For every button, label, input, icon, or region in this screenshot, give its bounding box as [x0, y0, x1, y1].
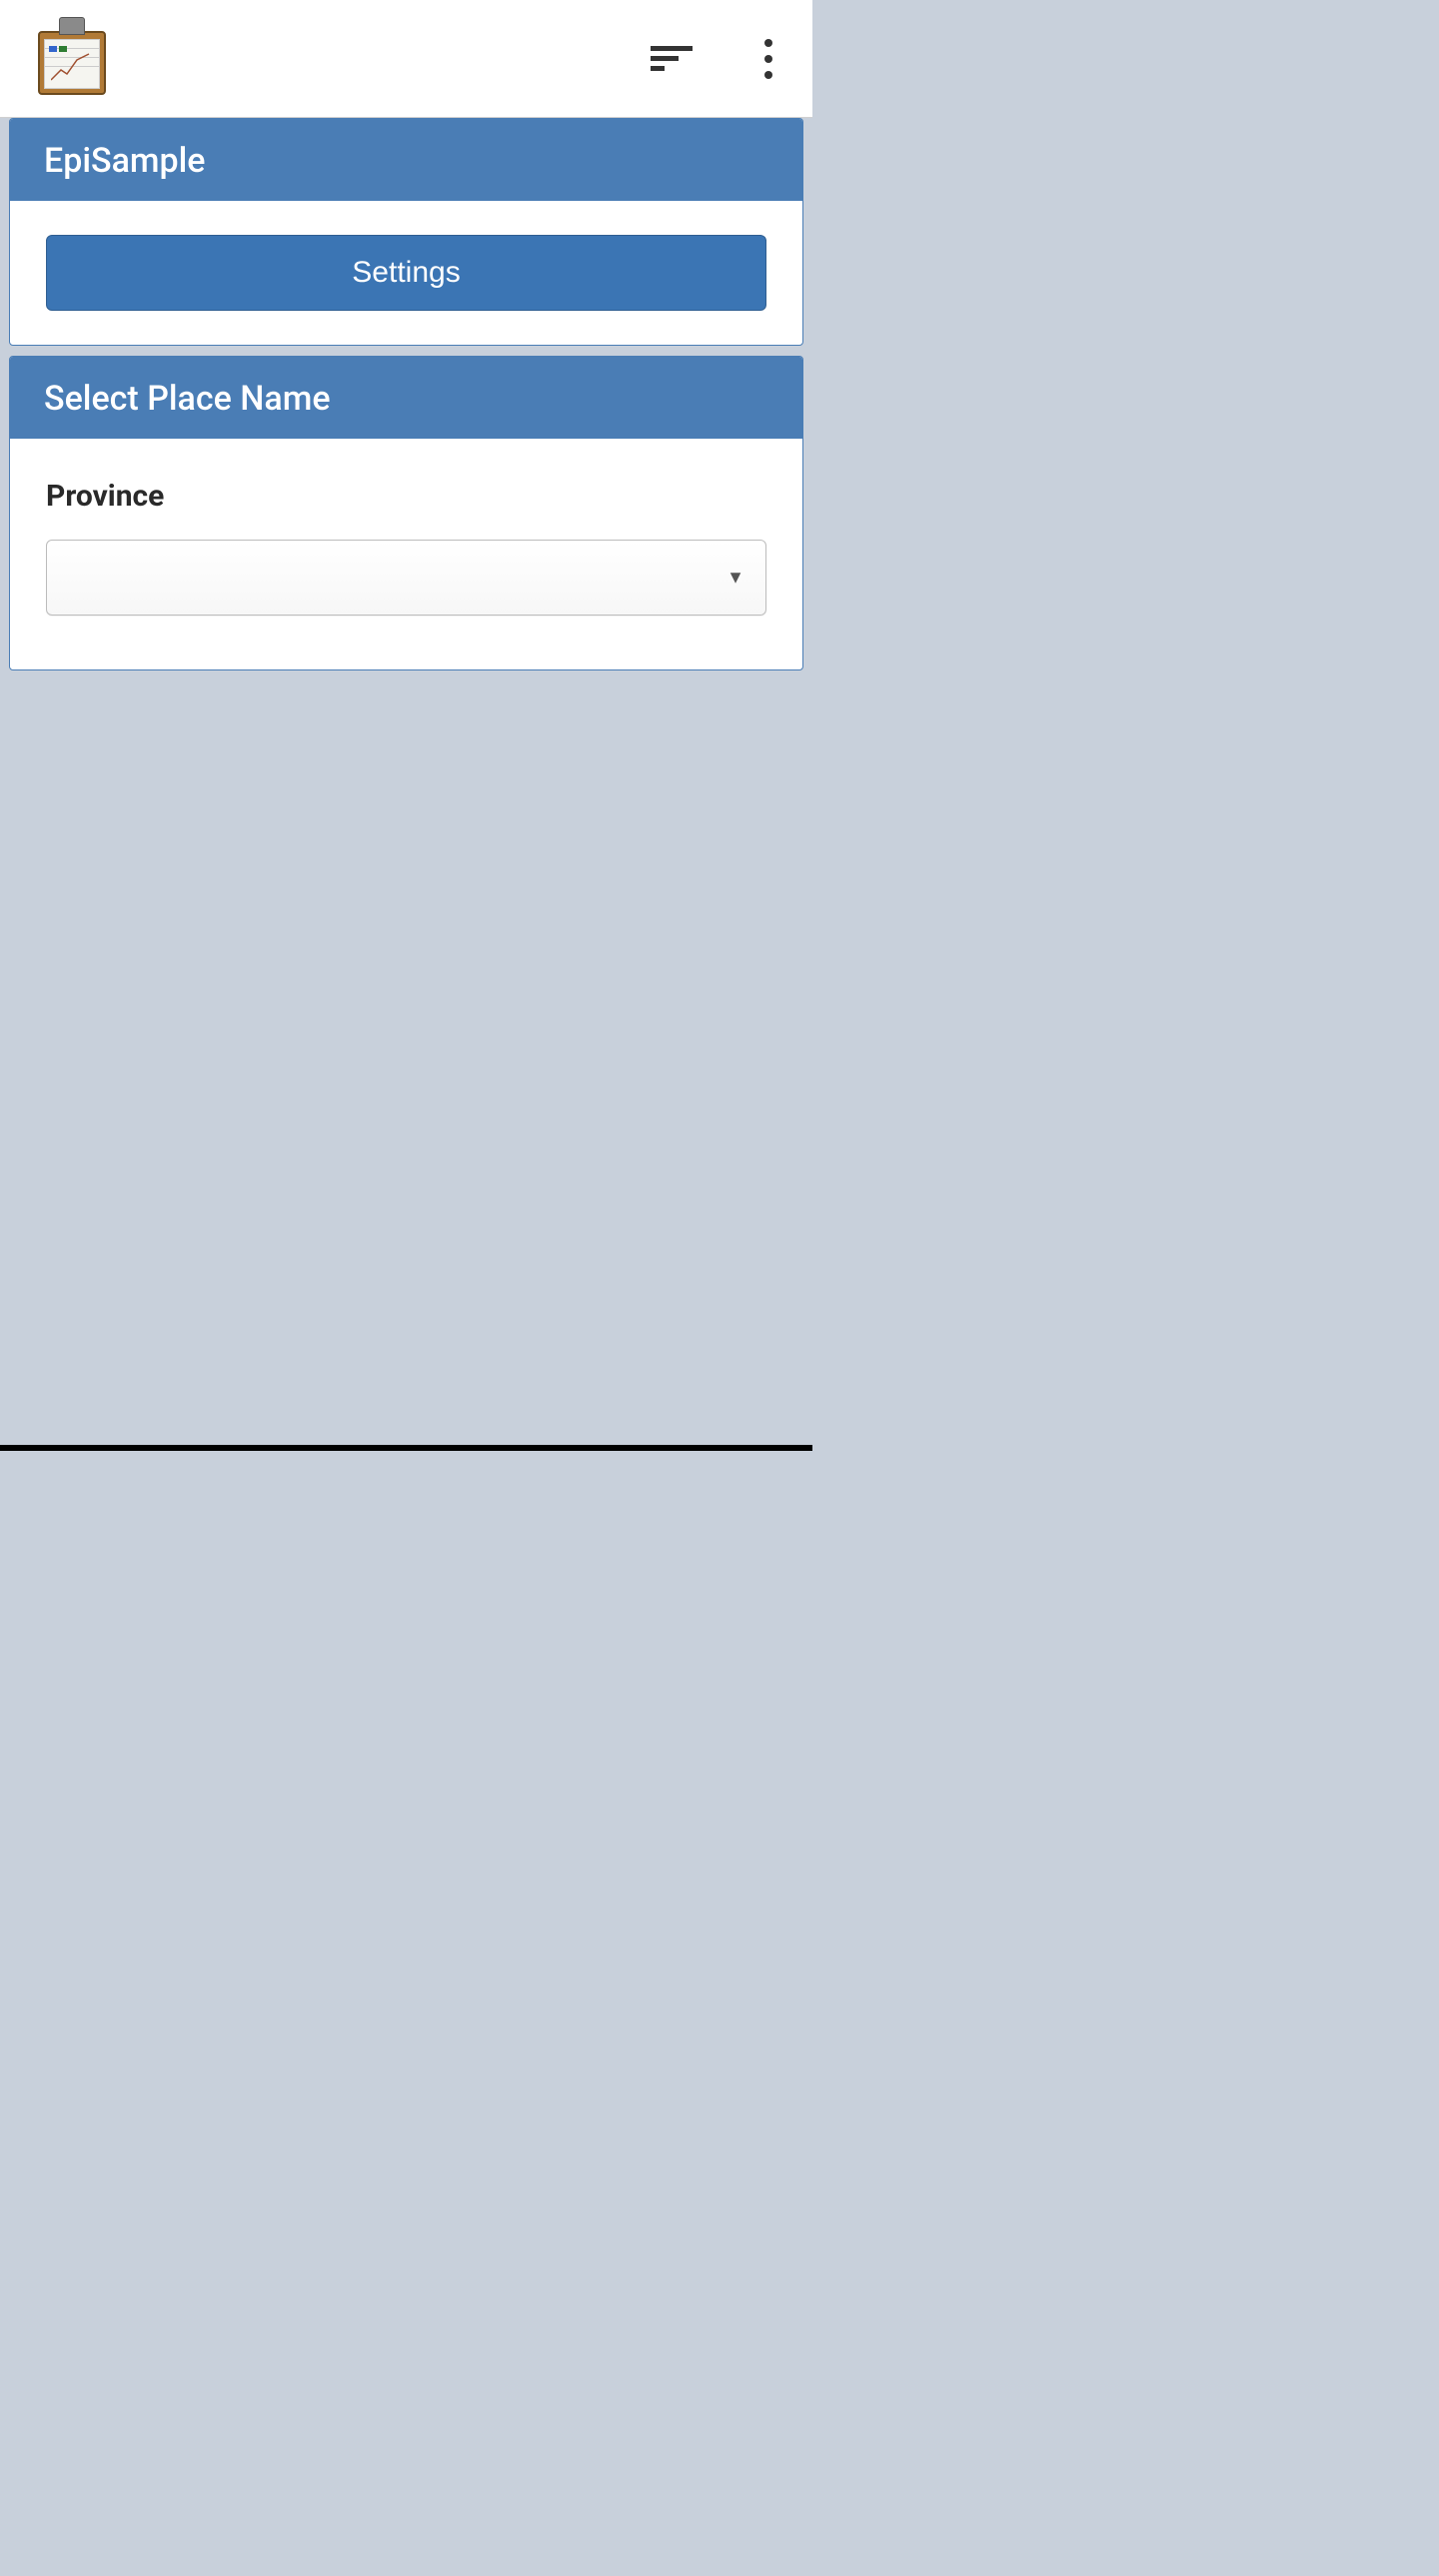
select-place-panel-title: Select Place Name	[10, 357, 802, 439]
top-bar	[0, 0, 812, 118]
content-area: EpiSample Settings Select Place Name Pro…	[0, 118, 812, 670]
app-clipboard-icon	[38, 23, 106, 95]
episample-panel: EpiSample Settings	[9, 118, 803, 346]
settings-button[interactable]: Settings	[46, 235, 766, 311]
sort-icon[interactable]	[651, 37, 695, 81]
chart-line-icon	[51, 52, 91, 82]
province-select[interactable]	[46, 540, 766, 616]
select-place-panel: Select Place Name Province ▼	[9, 356, 803, 670]
bottom-nav-bar	[0, 1445, 812, 1451]
province-select-wrapper: ▼	[46, 540, 766, 616]
province-label: Province	[46, 479, 766, 514]
more-vert-icon[interactable]	[756, 37, 780, 81]
episample-panel-title: EpiSample	[10, 119, 802, 201]
